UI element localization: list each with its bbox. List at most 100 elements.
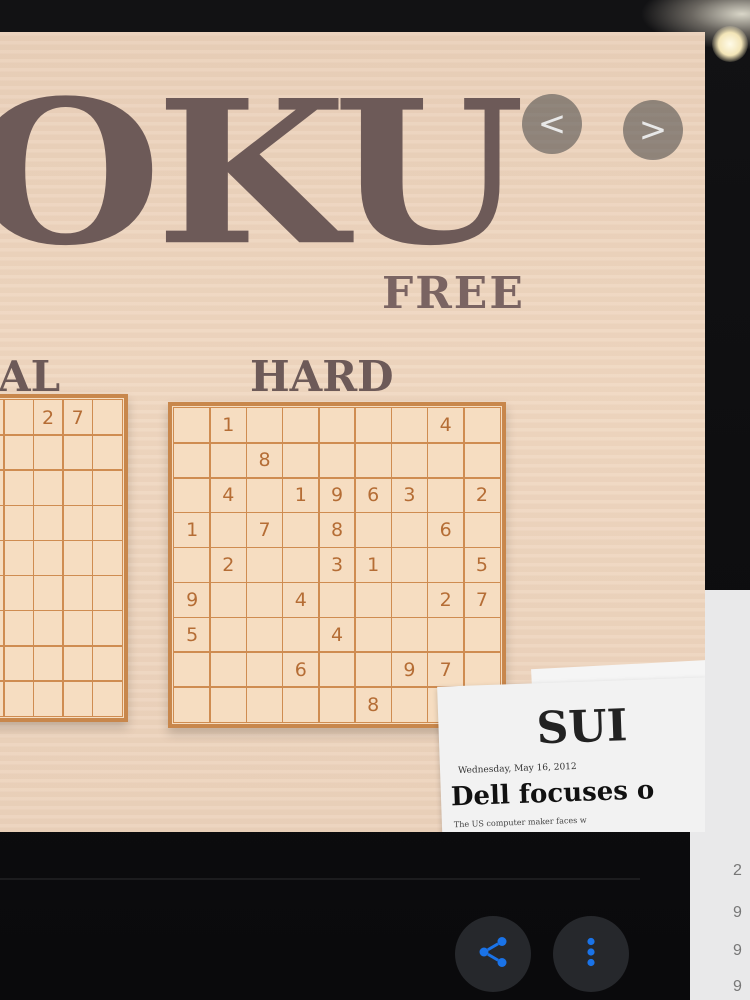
sudoku-cell[interactable] bbox=[62, 645, 94, 682]
sudoku-cell[interactable] bbox=[209, 442, 248, 479]
sudoku-cell[interactable] bbox=[3, 399, 35, 436]
newspaper[interactable]: SUI Wednesday, May 16, 2012 Dell focuses… bbox=[437, 677, 705, 832]
sudoku-cell[interactable] bbox=[463, 511, 501, 549]
sudoku-cell[interactable] bbox=[318, 581, 356, 619]
sudoku-cell[interactable]: 8 bbox=[245, 442, 284, 479]
sudoku-cell[interactable]: 1 bbox=[173, 511, 211, 549]
sudoku-cell[interactable]: 8 bbox=[354, 686, 393, 723]
sudoku-cell[interactable]: 7 bbox=[463, 581, 501, 619]
sudoku-cell[interactable] bbox=[209, 651, 248, 688]
sudoku-cell[interactable] bbox=[390, 686, 429, 723]
sudoku-cell[interactable] bbox=[426, 477, 465, 514]
sudoku-cell[interactable] bbox=[3, 609, 35, 647]
sudoku-cell[interactable] bbox=[318, 686, 356, 723]
sudoku-cell[interactable] bbox=[281, 407, 320, 444]
sudoku-cell[interactable] bbox=[281, 511, 320, 549]
sudoku-cell[interactable] bbox=[32, 645, 64, 682]
sudoku-cell[interactable] bbox=[318, 407, 356, 444]
share-button[interactable] bbox=[455, 916, 531, 992]
sudoku-cell[interactable]: 6 bbox=[281, 651, 320, 688]
sudoku-cell[interactable] bbox=[62, 434, 94, 471]
sudoku-cell[interactable]: 3 bbox=[318, 546, 356, 584]
sudoku-cell[interactable] bbox=[245, 477, 284, 514]
sudoku-cell[interactable] bbox=[91, 574, 123, 612]
sudoku-cell[interactable] bbox=[426, 546, 465, 584]
sudoku-cell[interactable]: 3 bbox=[390, 477, 429, 514]
sudoku-cell[interactable] bbox=[3, 504, 35, 542]
sudoku-cell[interactable] bbox=[209, 511, 248, 549]
previous-button[interactable]: < bbox=[522, 94, 582, 154]
sudoku-cell[interactable]: 8 bbox=[318, 511, 356, 549]
sudoku-cell[interactable] bbox=[318, 442, 356, 479]
sudoku-cell[interactable]: 1 bbox=[281, 477, 320, 514]
sudoku-cell[interactable] bbox=[32, 574, 64, 612]
sudoku-cell[interactable]: 1 bbox=[354, 546, 393, 584]
sudoku-cell[interactable] bbox=[426, 442, 465, 479]
sudoku-cell[interactable] bbox=[354, 442, 393, 479]
sudoku-cell[interactable] bbox=[463, 616, 501, 653]
sudoku-cell[interactable] bbox=[91, 539, 123, 577]
sudoku-cell[interactable] bbox=[173, 442, 211, 479]
sudoku-cell[interactable] bbox=[245, 407, 284, 444]
sudoku-cell[interactable]: 9 bbox=[390, 651, 429, 688]
sudoku-cell[interactable] bbox=[62, 574, 94, 612]
sudoku-cell[interactable]: 2 bbox=[209, 546, 248, 584]
sudoku-cell[interactable]: 1 bbox=[209, 407, 248, 444]
sudoku-cell[interactable] bbox=[354, 511, 393, 549]
sudoku-cell[interactable] bbox=[390, 616, 429, 653]
sudoku-cell[interactable] bbox=[32, 680, 64, 717]
sudoku-cell[interactable] bbox=[390, 442, 429, 479]
sudoku-cell[interactable] bbox=[32, 469, 64, 507]
sudoku-cell[interactable] bbox=[173, 651, 211, 688]
sudoku-cell[interactable] bbox=[91, 399, 123, 436]
sudoku-board-normal[interactable]: 27869733453 bbox=[0, 394, 128, 722]
sudoku-cell[interactable] bbox=[91, 609, 123, 647]
sudoku-cell[interactable] bbox=[245, 616, 284, 653]
more-options-button[interactable] bbox=[553, 916, 629, 992]
sudoku-cell[interactable]: 7 bbox=[426, 651, 465, 688]
sudoku-cell[interactable] bbox=[354, 616, 393, 653]
sudoku-cell[interactable] bbox=[173, 477, 211, 514]
sudoku-cell[interactable] bbox=[318, 651, 356, 688]
sudoku-cell[interactable] bbox=[390, 407, 429, 444]
sudoku-board-hard[interactable]: 148419632178623159427546978 bbox=[168, 402, 506, 728]
sudoku-cell[interactable]: 9 bbox=[173, 581, 211, 619]
sudoku-cell[interactable]: 4 bbox=[318, 616, 356, 653]
sudoku-cell[interactable] bbox=[62, 609, 94, 647]
sudoku-cell[interactable] bbox=[209, 616, 248, 653]
sudoku-cell[interactable] bbox=[3, 434, 35, 471]
sudoku-cell[interactable] bbox=[3, 574, 35, 612]
sudoku-cell[interactable] bbox=[245, 686, 284, 723]
sudoku-cell[interactable] bbox=[245, 651, 284, 688]
sudoku-cell[interactable] bbox=[3, 539, 35, 577]
sudoku-cell[interactable] bbox=[91, 680, 123, 717]
sudoku-cell[interactable] bbox=[463, 442, 501, 479]
sudoku-cell[interactable] bbox=[91, 645, 123, 682]
sudoku-cell[interactable]: 4 bbox=[426, 407, 465, 444]
sudoku-cell[interactable] bbox=[62, 539, 94, 577]
sudoku-cell[interactable] bbox=[32, 539, 64, 577]
sudoku-cell[interactable] bbox=[173, 686, 211, 723]
sudoku-cell[interactable]: 7 bbox=[245, 511, 284, 549]
sudoku-cell[interactable] bbox=[426, 616, 465, 653]
sudoku-cell[interactable] bbox=[463, 407, 501, 444]
sudoku-cell[interactable]: 6 bbox=[354, 477, 393, 514]
sudoku-cell[interactable] bbox=[173, 546, 211, 584]
sudoku-cell[interactable]: 9 bbox=[318, 477, 356, 514]
sudoku-cell[interactable] bbox=[390, 581, 429, 619]
sudoku-cell[interactable] bbox=[91, 504, 123, 542]
next-button[interactable]: > bbox=[623, 100, 683, 160]
sudoku-cell[interactable] bbox=[32, 504, 64, 542]
sudoku-cell[interactable]: 5 bbox=[463, 546, 501, 584]
sudoku-cell[interactable] bbox=[62, 469, 94, 507]
sudoku-cell[interactable] bbox=[245, 546, 284, 584]
sudoku-cell[interactable] bbox=[281, 686, 320, 723]
sudoku-cell[interactable] bbox=[91, 469, 123, 507]
sudoku-cell[interactable] bbox=[245, 581, 284, 619]
sudoku-cell[interactable]: 2 bbox=[463, 477, 501, 514]
sudoku-cell[interactable] bbox=[354, 407, 393, 444]
sudoku-cell[interactable] bbox=[3, 469, 35, 507]
sudoku-cell[interactable] bbox=[3, 680, 35, 717]
sudoku-cell[interactable] bbox=[354, 651, 393, 688]
sudoku-cell[interactable]: 2 bbox=[426, 581, 465, 619]
